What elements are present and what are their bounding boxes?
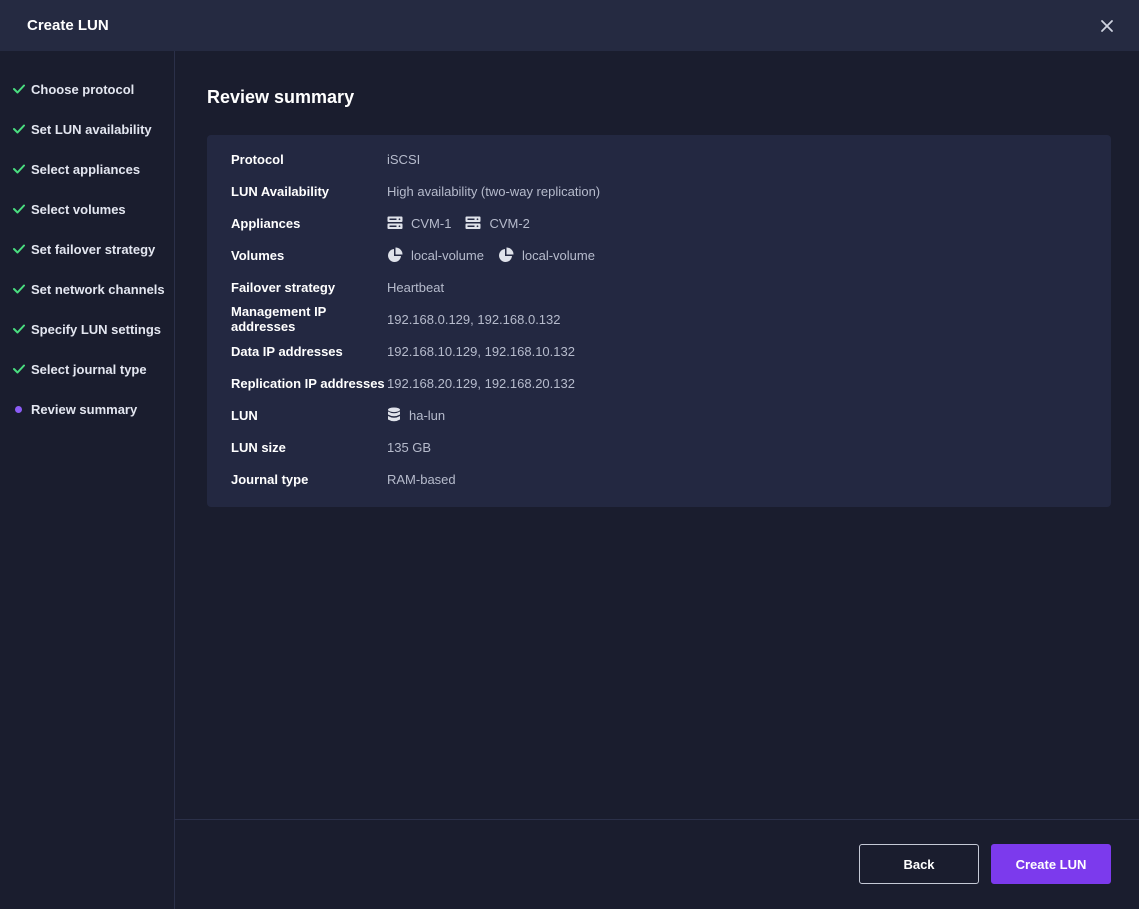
row-value: iSCSI [387, 151, 421, 167]
summary-row-lun: LUN ha-lun [207, 399, 1111, 431]
close-button[interactable] [1097, 16, 1117, 36]
volume-name: local-volume [411, 247, 484, 263]
row-value: 135 GB [387, 439, 432, 455]
summary-row-lun-size: LUN size 135 GB [207, 431, 1111, 463]
row-value: CVM-1 CVM-2 [387, 216, 544, 231]
pie-chart-icon [499, 247, 514, 262]
pie-chart-icon [388, 247, 403, 262]
step-specify-lun-settings[interactable]: Specify LUN settings [0, 309, 174, 349]
main-content: Review summary Protocol iSCSI LUN Availa… [175, 51, 1139, 819]
summary-row-management-ip: Management IP addresses 192.168.0.129, 1… [207, 303, 1111, 335]
step-label: Set failover strategy [31, 241, 156, 257]
step-choose-protocol[interactable]: Choose protocol [0, 69, 174, 109]
row-label: Protocol [231, 151, 284, 167]
row-label: Replication IP addresses [231, 375, 385, 391]
summary-row-appliances: Appliances CVM-1 CVM-2 [207, 207, 1111, 239]
step-label: Choose protocol [31, 81, 135, 97]
row-label: LUN Availability [231, 183, 330, 199]
check-icon [13, 84, 31, 94]
step-set-lun-availability[interactable]: Set LUN availability [0, 109, 174, 149]
row-label: Volumes [231, 247, 285, 263]
row-value: 192.168.10.129, 192.168.10.132 [387, 343, 575, 359]
summary-row-failover: Failover strategy Heartbeat [207, 271, 1111, 303]
step-select-journal-type[interactable]: Select journal type [0, 349, 174, 389]
step-review-summary[interactable]: Review summary [0, 389, 174, 429]
lun-chip: ha-lun [387, 407, 445, 423]
step-label: Select volumes [31, 201, 126, 217]
summary-row-replication-ip: Replication IP addresses 192.168.20.129,… [207, 367, 1111, 399]
row-value: local-volume local-volume [387, 247, 609, 263]
appliance-chip: CVM-1 [387, 216, 451, 231]
row-label: Appliances [231, 215, 301, 231]
server-icon [465, 216, 481, 229]
current-step-dot-icon [13, 405, 31, 413]
step-label: Specify LUN settings [31, 321, 162, 337]
step-label: Set LUN availability [31, 121, 152, 137]
database-icon [388, 407, 400, 422]
row-label: Journal type [231, 471, 309, 487]
summary-row-volumes: Volumes local-volume local-volume [207, 239, 1111, 271]
summary-card: Protocol iSCSI LUN Availability High ava… [207, 135, 1111, 507]
step-set-failover-strategy[interactable]: Set failover strategy [0, 229, 174, 269]
row-label: Management IP addresses [231, 304, 327, 334]
wizard-steps: Choose protocol Set LUN availability Sel… [0, 51, 175, 909]
step-select-appliances[interactable]: Select appliances [0, 149, 174, 189]
check-icon [13, 204, 31, 214]
dialog-footer: Back Create LUN [175, 819, 1139, 909]
check-icon [13, 324, 31, 334]
step-label: Review summary [31, 401, 138, 417]
step-label: Select appliances [31, 161, 141, 177]
check-icon [13, 124, 31, 134]
summary-row-journal-type: Journal type RAM-based [207, 463, 1111, 495]
row-value: ha-lun [387, 407, 459, 423]
step-select-volumes[interactable]: Select volumes [0, 189, 174, 229]
summary-row-protocol: Protocol iSCSI [207, 143, 1111, 175]
step-label: Select journal type [31, 361, 147, 377]
step-set-network-channels[interactable]: Set network channels [0, 269, 174, 309]
check-icon [13, 244, 31, 254]
volume-chip: local-volume [387, 247, 484, 263]
step-label: Set network channels [31, 281, 165, 297]
check-icon [13, 364, 31, 374]
row-value: RAM-based [387, 471, 456, 487]
back-button[interactable]: Back [859, 844, 979, 884]
check-icon [13, 284, 31, 294]
summary-row-data-ip: Data IP addresses 192.168.10.129, 192.16… [207, 335, 1111, 367]
row-value: High availability (two-way replication) [387, 183, 601, 199]
volume-name: local-volume [521, 247, 595, 263]
check-icon [13, 164, 31, 174]
row-label: LUN size [231, 439, 286, 455]
appliance-name: CVM-2 [489, 215, 530, 231]
page-title: Review summary [207, 87, 355, 107]
row-value: Heartbeat [387, 279, 445, 295]
row-value: 192.168.0.129, 192.168.0.132 [387, 311, 561, 327]
appliance-chip: CVM-2 [465, 215, 530, 231]
dialog-header: Create LUN [0, 0, 1139, 51]
close-icon [1101, 19, 1113, 32]
appliance-name: CVM-1 [411, 215, 452, 231]
row-label: Data IP addresses [231, 343, 343, 359]
volume-chip: local-volume [498, 247, 595, 263]
create-lun-dialog: Create LUN Choose protocol Set LUN avail… [0, 0, 1139, 909]
server-icon [387, 216, 403, 229]
create-lun-button[interactable]: Create LUN [991, 844, 1111, 884]
row-label: LUN [231, 407, 258, 423]
dialog-title: Create LUN [27, 17, 109, 34]
row-label: Failover strategy [231, 279, 336, 295]
lun-name: ha-lun [409, 407, 446, 423]
row-value: 192.168.20.129, 192.168.20.132 [387, 375, 575, 391]
summary-row-availability: LUN Availability High availability (two-… [207, 175, 1111, 207]
